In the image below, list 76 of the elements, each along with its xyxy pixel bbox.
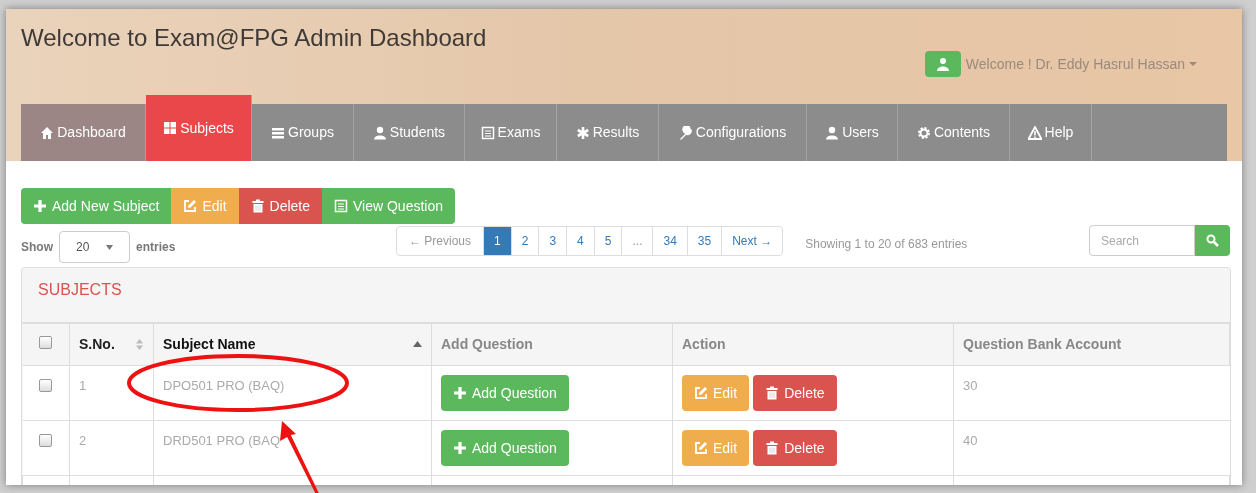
table-cell: 2 — [79, 433, 87, 448]
trash-icon — [765, 441, 780, 455]
column-header[interactable]: Question Bank Account — [953, 323, 1230, 366]
checkbox[interactable] — [39, 379, 53, 392]
page-size-select[interactable]: 20 — [59, 231, 130, 263]
caret-icon — [1189, 62, 1197, 66]
plus-icon — [33, 199, 47, 213]
search-icon — [1206, 234, 1219, 247]
edit-icon — [694, 386, 708, 400]
delete-button[interactable]: Delete — [753, 430, 837, 466]
dropdown-caret-icon — [106, 244, 113, 250]
delete-button[interactable]: Delete — [238, 188, 322, 224]
warning-icon — [1027, 125, 1042, 140]
page-link[interactable]: 3 — [538, 227, 567, 255]
user-icon — [924, 51, 961, 77]
column-header[interactable]: S.No. — [69, 323, 154, 366]
page-title: Welcome to Exam@FPG Admin Dashboard — [21, 23, 487, 53]
view-question-button[interactable]: View Question — [322, 188, 455, 224]
show-label: Show — [21, 239, 53, 256]
trash-icon — [250, 199, 265, 213]
edit-button[interactable]: Edit — [682, 375, 750, 411]
plus-icon — [453, 386, 467, 400]
nav-tab[interactable]: Dashboard — [21, 104, 146, 161]
page-link[interactable]: 2 — [510, 227, 539, 255]
entries-label: entries — [136, 239, 176, 256]
stack-icon — [271, 125, 286, 140]
search-button[interactable] — [1195, 225, 1230, 256]
add-subject-button[interactable]: Add New Subject — [21, 188, 172, 224]
table-cell: 40 — [963, 433, 978, 448]
table-cell: DRD501 PRO (BAQ — [163, 433, 281, 448]
user-icon — [372, 125, 387, 140]
panel-title: SUBJECTS — [38, 281, 122, 298]
entries-info: Showing 1 to 20 of 683 entries — [805, 236, 968, 253]
settings-icon — [916, 125, 931, 140]
checkbox[interactable] — [39, 335, 53, 349]
column-header[interactable]: Subject Name — [153, 323, 432, 366]
grid-icon — [163, 121, 178, 135]
asterisk-icon — [575, 125, 590, 140]
delete-button[interactable]: Delete — [753, 375, 837, 411]
sort-icon — [135, 338, 144, 351]
plus-icon — [453, 441, 467, 455]
edit-button[interactable]: Edit — [171, 188, 239, 224]
nav-tab[interactable]: Contents — [898, 104, 1010, 161]
page-link[interactable]: 4 — [566, 227, 594, 255]
page-link[interactable]: 35 — [686, 227, 722, 255]
home-icon — [40, 125, 55, 140]
table-cell: DPO501 PRO (BAQ) — [163, 378, 285, 393]
annotation-arrow — [280, 421, 319, 493]
nav-tab[interactable]: Configurations — [659, 104, 807, 161]
edit-icon — [694, 441, 708, 455]
trash-icon — [765, 386, 780, 400]
nav-tab[interactable]: Results — [557, 104, 659, 161]
page-link[interactable]: Next → — [721, 227, 783, 255]
column-header[interactable]: Add Question — [431, 323, 673, 366]
list-icon — [334, 199, 348, 213]
nav-tab[interactable]: Groups — [252, 104, 354, 161]
nav-tab[interactable]: Subjects — [146, 95, 252, 161]
table-cell: 1 — [79, 378, 87, 393]
nav-tab[interactable]: Exams — [465, 104, 557, 161]
add-question-button[interactable]: Add Question — [441, 375, 569, 411]
nav-tab[interactable]: Students — [354, 104, 465, 161]
add-question-button[interactable]: Add Question — [441, 430, 569, 466]
user-menu[interactable]: Welcome ! Dr. Eddy Hasrul Hassan — [965, 53, 1197, 75]
checkbox[interactable] — [39, 434, 53, 447]
page-link[interactable]: 1 — [483, 227, 511, 255]
search-field[interactable]: Search — [1089, 225, 1195, 256]
user-icon — [825, 125, 840, 140]
table-cell: 30 — [963, 378, 978, 393]
nav-tab[interactable]: Users — [807, 104, 898, 161]
page-link[interactable]: 34 — [652, 227, 687, 255]
edit-icon — [183, 199, 198, 213]
nav-tab[interactable]: Help — [1010, 104, 1092, 161]
list-icon — [480, 125, 495, 140]
page-link[interactable]: 5 — [593, 227, 622, 255]
column-header[interactable]: Action — [672, 323, 954, 366]
edit-button[interactable]: Edit — [682, 430, 750, 466]
